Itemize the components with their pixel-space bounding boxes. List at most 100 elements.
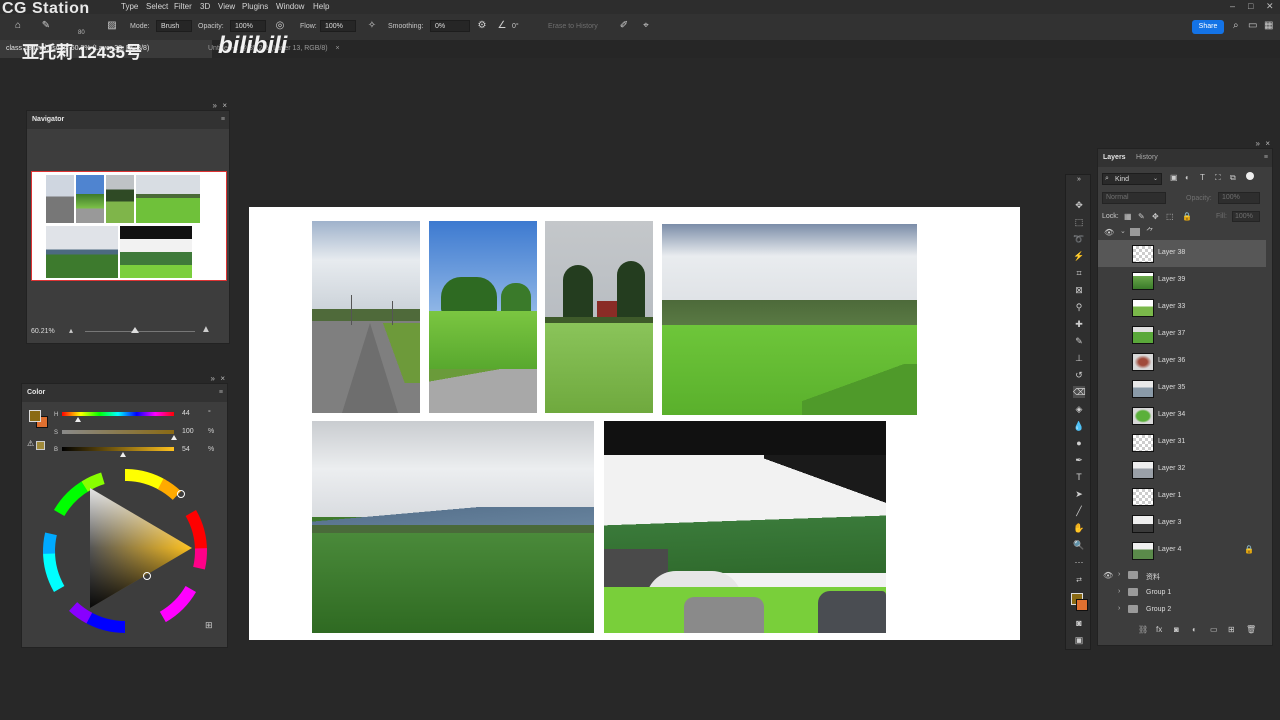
eye-icon[interactable]: 👁 <box>1103 571 1113 580</box>
photo-road[interactable] <box>312 221 420 413</box>
filter-smart-object-icon[interactable]: ⧉ <box>1230 173 1236 183</box>
panel-menu-icon[interactable]: ≡ <box>221 116 225 123</box>
layer-style-icon[interactable]: fx <box>1156 625 1162 634</box>
hue-slider-handle[interactable] <box>75 417 81 422</box>
close-color-icon[interactable]: × <box>220 374 225 383</box>
close-panel-icon[interactable]: × <box>222 101 227 110</box>
fill-input[interactable]: 100% <box>1232 211 1260 222</box>
document-canvas[interactable] <box>249 207 1020 640</box>
brush-settings-icon[interactable]: ▨ <box>106 20 118 32</box>
navigator-zoom-value[interactable]: 60.21% <box>31 328 55 335</box>
chevron-down-icon[interactable]: ⌄ <box>1120 227 1126 235</box>
more-tools-icon[interactable]: ⋯ <box>1073 556 1085 568</box>
layer-row[interactable]: Layer 35 <box>1098 375 1266 402</box>
photo-car-view[interactable] <box>604 421 886 633</box>
menu-plugins[interactable]: Plugins <box>242 2 268 11</box>
swap-colors-icon[interactable]: ⇄ <box>1073 575 1085 587</box>
minimize-icon[interactable]: – <box>1230 1 1235 11</box>
navigator-preview[interactable] <box>31 171 227 281</box>
filter-adjustment-icon[interactable]: ◐ <box>1185 173 1190 182</box>
layer-row[interactable]: Layer 38 <box>1098 240 1266 267</box>
menu-help[interactable]: Help <box>313 2 329 11</box>
layer-row[interactable]: Layer 34 <box>1098 402 1266 429</box>
mode-select[interactable]: Brush <box>156 20 192 32</box>
menu-type[interactable]: Type <box>121 2 138 11</box>
saturation-slider[interactable] <box>62 430 174 434</box>
brightness-slider[interactable] <box>62 447 174 451</box>
chevron-right-icon[interactable]: › <box>1118 588 1120 595</box>
zoom-in-icon[interactable]: ▲ <box>201 324 211 335</box>
airbrush-icon[interactable]: ✧ <box>366 20 378 32</box>
arrange-icon[interactable]: ▦ <box>1264 20 1273 31</box>
layer-opacity-input[interactable]: 100% <box>1218 192 1260 204</box>
marquee-tool-icon[interactable]: ⬚ <box>1073 216 1085 228</box>
add-swatch-icon[interactable]: ⊞ <box>205 620 213 631</box>
quick-mask-icon[interactable]: ◙ <box>1073 617 1085 629</box>
close-layers-icon[interactable]: × <box>1265 139 1270 148</box>
workspace-icon[interactable]: ▭ <box>1248 20 1257 31</box>
filter-pixel-icon[interactable]: ▣ <box>1170 173 1178 182</box>
delete-layer-icon[interactable]: 🗑 <box>1246 625 1256 634</box>
group-row[interactable]: › Group 1 <box>1098 585 1266 601</box>
chevron-right-icon[interactable]: › <box>1118 571 1120 578</box>
filter-shape-icon[interactable]: ⛶ <box>1215 173 1221 183</box>
clone-stamp-tool-icon[interactable]: ⊥ <box>1073 352 1085 364</box>
photo-wide-field[interactable] <box>662 224 917 415</box>
group-row[interactable]: 👁 › 资料 <box>1098 568 1266 584</box>
new-layer-icon[interactable]: ⊞ <box>1228 625 1235 634</box>
lock-pixels-icon[interactable]: ✎ <box>1138 212 1145 221</box>
blur-tool-icon[interactable]: 💧 <box>1073 420 1085 432</box>
pressure-opacity-icon[interactable]: ◎ <box>274 20 286 32</box>
color-wheel[interactable] <box>40 466 210 636</box>
foreground-color-swatch[interactable] <box>29 410 41 422</box>
layer-kind-filter[interactable]: ⌕ Kind ⌄ <box>1102 173 1162 185</box>
blend-mode-select[interactable]: Normal <box>1102 192 1166 204</box>
eyedropper-tool-icon[interactable]: ⚲ <box>1073 301 1085 313</box>
menu-select[interactable]: Select <box>146 2 168 11</box>
paint-bucket-tool-icon[interactable]: ◈ <box>1073 403 1085 415</box>
type-tool-icon[interactable]: T <box>1073 471 1085 483</box>
pen-tool-icon[interactable]: ✒ <box>1073 454 1085 466</box>
eraser-tool-icon[interactable]: ✎ <box>40 20 52 32</box>
hand-tool-icon[interactable]: ✋ <box>1073 522 1085 534</box>
close-tab-icon[interactable]: × <box>336 45 340 52</box>
layer-row[interactable]: Layer 33 <box>1098 294 1266 321</box>
add-mask-icon[interactable]: ◙ <box>1174 625 1179 634</box>
lock-artboard-icon[interactable]: ⬚ <box>1166 212 1174 221</box>
eraser-tool-icon-active[interactable]: ⌫ <box>1073 386 1086 398</box>
lock-all-icon[interactable]: 🔒 <box>1182 212 1192 221</box>
color-menu-icon[interactable]: ≡ <box>219 389 223 396</box>
hue-ring-handle[interactable] <box>177 490 185 498</box>
layer-row[interactable]: Layer 36 <box>1098 348 1266 375</box>
opacity-input[interactable]: 100% <box>230 20 266 32</box>
share-button[interactable]: Share <box>1192 20 1224 34</box>
brush-tool-icon[interactable]: ✎ <box>1073 335 1085 347</box>
photo-meadow[interactable] <box>312 421 594 633</box>
toolbar-background-swatch[interactable] <box>1076 599 1088 611</box>
layers-menu-icon[interactable]: ≡ <box>1264 154 1268 161</box>
gamut-swatch[interactable] <box>36 441 45 450</box>
search-icon[interactable]: ⌕ <box>1233 20 1239 31</box>
group-row[interactable]: › Group 2 <box>1098 602 1266 618</box>
path-selection-tool-icon[interactable]: ➤ <box>1073 488 1085 500</box>
hue-slider[interactable] <box>62 412 174 416</box>
maximize-icon[interactable]: □ <box>1248 1 1253 11</box>
zoom-out-icon[interactable]: ▴ <box>69 326 73 335</box>
history-brush-tool-icon[interactable]: ↺ <box>1073 369 1085 381</box>
angle-icon[interactable]: ∠ <box>496 20 508 32</box>
flow-input[interactable]: 100% <box>320 20 356 32</box>
zoom-slider-handle[interactable] <box>131 327 139 333</box>
menu-filter[interactable]: Filter <box>174 2 192 11</box>
layer-row[interactable]: Layer 39 <box>1098 267 1266 294</box>
brightness-value[interactable]: 54 <box>182 446 190 453</box>
layer-row[interactable]: Layer 31 <box>1098 429 1266 456</box>
photo-house[interactable] <box>545 221 653 413</box>
lasso-tool-icon[interactable]: ➰ <box>1073 233 1085 245</box>
frame-tool-icon[interactable]: ⊠ <box>1073 284 1085 296</box>
erase-to-history-checkbox[interactable]: Erase to History <box>548 23 598 30</box>
hue-value[interactable]: 44 <box>182 410 190 417</box>
home-icon[interactable]: ⌂ <box>12 20 24 32</box>
brightness-slider-handle[interactable] <box>120 452 126 457</box>
magic-wand-tool-icon[interactable]: ⚡ <box>1073 250 1085 262</box>
adjustment-layer-icon[interactable]: ◐ <box>1192 625 1197 634</box>
